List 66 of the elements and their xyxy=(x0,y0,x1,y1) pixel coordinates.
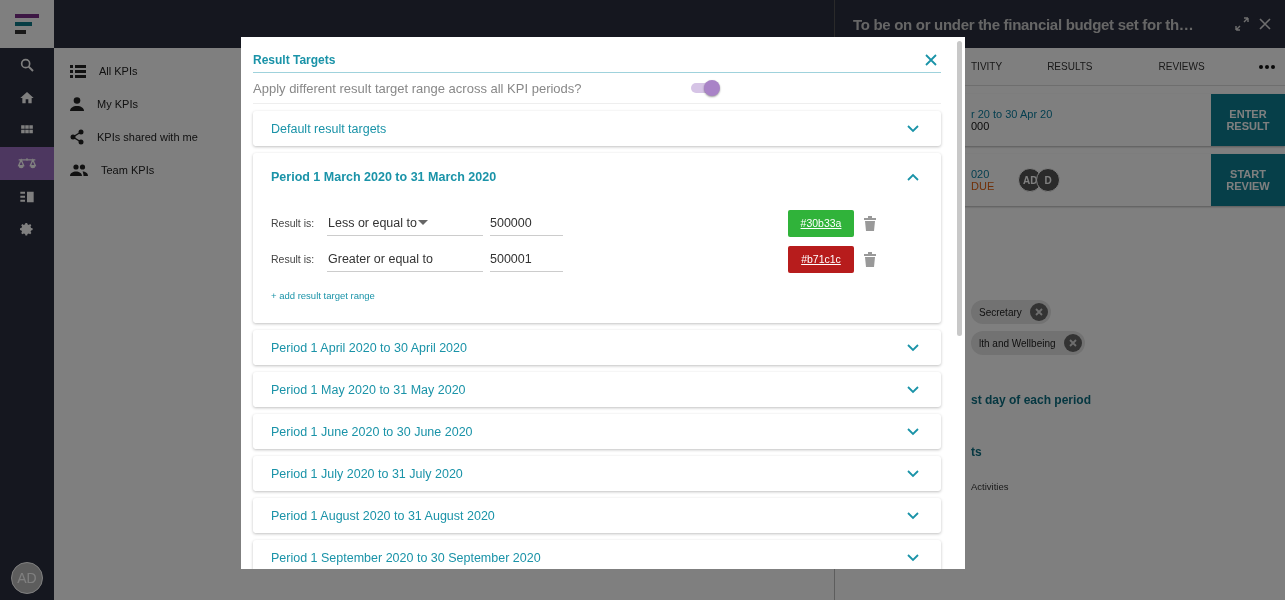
chevron-down-icon xyxy=(907,124,919,133)
trash-icon[interactable] xyxy=(864,215,876,231)
caret-icon xyxy=(418,220,428,225)
section-heading: ts xyxy=(971,445,982,459)
avatar: D xyxy=(1036,168,1061,192)
color-button[interactable]: #b71c1c xyxy=(788,245,854,273)
color-button[interactable]: #30b33a xyxy=(788,209,854,237)
section-heading: st day of each period xyxy=(971,393,1092,407)
panel-tab[interactable]: REVIEWS xyxy=(1158,61,1205,72)
chevron-down-icon xyxy=(907,385,919,394)
nav-item[interactable] xyxy=(0,147,54,180)
close-icon[interactable] xyxy=(925,53,937,66)
panel-header[interactable]: Period 1 July 2020 to 31 July 2020 xyxy=(253,456,941,491)
panel-tab[interactable]: RESULTS xyxy=(1047,61,1093,72)
value-field[interactable]: 500000 xyxy=(490,210,563,236)
panel-header[interactable]: Default result targets xyxy=(253,111,941,146)
panel-title: To be on or under the financial budget set for th… xyxy=(853,15,1195,33)
menu-item[interactable]: Team KPIs xyxy=(54,153,155,186)
add-range-link[interactable]: + add result target range xyxy=(271,290,375,301)
field-label: Result is: xyxy=(271,217,316,229)
panel-header[interactable]: Period 1 June 2020 to 30 June 2020 xyxy=(253,414,941,449)
settings-icon xyxy=(19,221,35,238)
list-icon xyxy=(70,63,86,78)
share-icon xyxy=(70,128,84,145)
menu-item[interactable]: KPIs shared with me xyxy=(54,120,198,153)
tag-chip: lth and Wellbeing xyxy=(971,331,1085,355)
chevron-down-icon xyxy=(907,511,919,520)
home-icon xyxy=(19,89,35,106)
menu-item[interactable]: All KPIs xyxy=(54,54,138,87)
panel-tab[interactable]: TIVITY xyxy=(971,61,1003,72)
chevron-down-icon xyxy=(907,469,919,478)
operator-dropdown[interactable]: Greater or equal to xyxy=(327,246,483,272)
operator-dropdown[interactable]: Less or equal to xyxy=(327,210,483,236)
search-icon xyxy=(19,56,35,73)
trash-icon[interactable] xyxy=(864,251,876,267)
action-button[interactable]: START REVIEW xyxy=(1211,154,1285,206)
people-icon xyxy=(70,163,88,176)
expand-icon[interactable] xyxy=(1235,17,1249,31)
panel-header[interactable]: Period 1 April 2020 to 30 April 2020 xyxy=(253,330,941,365)
person-icon xyxy=(70,96,84,111)
action-button[interactable]: ENTER RESULT xyxy=(1211,94,1285,146)
toggle-label: Apply different result target range across all KPI periods? xyxy=(253,80,583,96)
period-dates: 020 xyxy=(971,168,991,180)
chevron-down-icon xyxy=(907,343,919,352)
period-dates: r 20 to 30 Apr 20 xyxy=(971,108,1053,120)
value-field[interactable]: 500001 xyxy=(490,246,563,272)
chevron-down-icon xyxy=(907,427,919,436)
status-label: DUE xyxy=(971,180,995,192)
field-label: Activities xyxy=(971,481,1009,492)
toggle-switch[interactable] xyxy=(691,83,717,93)
menu-item[interactable]: My KPIs xyxy=(54,87,138,120)
remove-icon[interactable] xyxy=(1029,303,1048,321)
chevron-up-icon xyxy=(907,173,919,181)
book-icon xyxy=(19,189,35,204)
field-label: Result is: xyxy=(271,253,316,265)
panel-header[interactable]: Period 1 March 2020 to 31 March 2020 xyxy=(253,153,941,201)
tag-chip: Secretary xyxy=(971,300,1051,324)
target-value: 000 xyxy=(971,120,991,132)
panel-header[interactable]: Period 1 August 2020 to 31 August 2020 xyxy=(253,498,941,533)
scales-icon xyxy=(17,156,37,171)
more-icon[interactable] xyxy=(1259,64,1275,69)
chevron-down-icon xyxy=(907,553,919,562)
panel-header[interactable]: Period 1 September 2020 to 30 September 2020 xyxy=(253,540,941,569)
panel-header[interactable]: Period 1 May 2020 to 31 May 2020 xyxy=(253,372,941,407)
remove-icon[interactable] xyxy=(1063,334,1082,352)
dialog-title: Result Targets xyxy=(253,52,336,67)
